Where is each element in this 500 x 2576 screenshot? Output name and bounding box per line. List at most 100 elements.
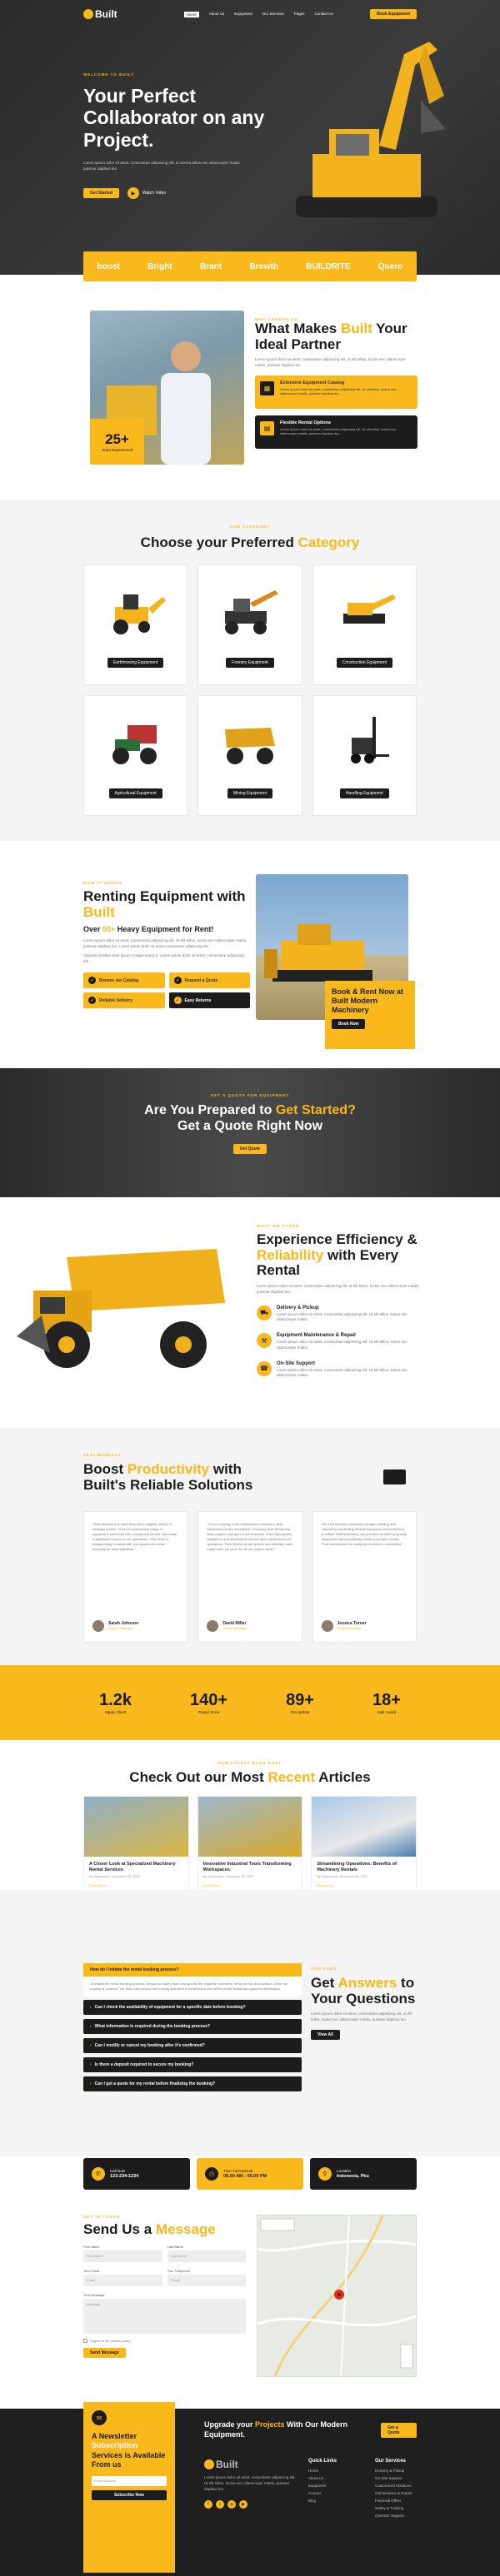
nav-home[interactable]: Home [183,11,199,17]
book-now-title: Book & Rent Now at Built Modern Machiner… [332,987,404,1014]
book-equipment-button[interactable]: Book Equipment [370,9,417,19]
faq-item-open[interactable]: How do I initiate the rental booking pro… [83,1963,302,1997]
chevron-icon: › [90,2043,92,2048]
request-quote-button[interactable]: ✓ Request a Quote [168,972,250,989]
why-title: What Makes Built Your Ideal Partner [255,321,408,352]
footer-links: Quick Links Home About Us Equipment Cont… [308,2459,338,2503]
forestry-machine-image [224,590,278,634]
facebook-icon[interactable]: f [204,2500,212,2509]
hero-tag: Welcome to Built [83,72,135,77]
logo[interactable]: Built [83,8,118,20]
category-card[interactable]: Mining Equipment [198,695,302,816]
experience-label: Years Experienced [101,448,133,452]
footer-link[interactable]: Blog [308,2499,337,2503]
footer-service-link[interactable]: On-Site Support [375,2476,412,2480]
footer-service-link[interactable]: Financial Offers [375,2499,412,2503]
quote-banner: Get a Quote for Equipment Are You Prepar… [0,1068,500,1197]
footer-service-link[interactable]: Safety & Training [375,2506,412,2510]
easy-returns-button[interactable]: ✓ Easy Returns [168,992,250,1009]
faq-item[interactable]: › What information is required during the… [83,2019,302,2034]
faq-question[interactable]: How do I initiate the rental booking pro… [83,1963,302,1977]
faq-item[interactable]: › Can I modify or cancel my booking after… [83,2038,302,2053]
footer-quote-button[interactable]: Get a Quote [381,2422,417,2438]
contact-hours: ◷ Time Operasional 09.00 AM - 05.00 PM [197,2158,303,2190]
category-label: Earthmoving Equipment [107,658,164,668]
footer-service-link[interactable]: Customized Solutions [375,2484,412,2488]
nav-about[interactable]: About Us [209,12,225,17]
send-message-button[interactable]: Send Message [83,2347,126,2358]
rent-tag: How It Works [83,881,122,885]
article-card[interactable]: Innovative Industrial Tools Transforming… [197,1796,303,1894]
chevron-icon: › [90,2081,92,2086]
instagram-icon[interactable]: ◎ [228,2500,236,2509]
eff-body: Lorem ipsum dolor sit amet, consectetur … [257,1284,420,1294]
faq-item[interactable]: › Can I get a quote for my rental before … [83,2076,302,2091]
nav-contact[interactable]: Contact Us [315,12,333,17]
subscribe-button[interactable]: Subscribe Now [92,2490,167,2500]
last-name-input[interactable]: Last Name [167,2250,246,2262]
location-map[interactable] [257,2215,417,2377]
twitter-icon[interactable]: t [216,2500,224,2509]
backhoe-image [112,594,166,634]
get-quote-button[interactable]: Get Quote [232,1144,268,1155]
location-icon: ⚲ [318,2167,332,2181]
category-card[interactable]: Forestry Equipment [198,564,302,685]
category-card[interactable]: Earthmoving Equipment [83,564,188,685]
newsletter-title: A Newsletter Subscription Services is Av… [92,2432,166,2469]
social-links: f t ◎ ▶ [204,2500,296,2509]
efficiency-section: What We Offer Experience Efficiency & Re… [0,1199,500,1407]
first-name-input[interactable]: First Name [83,2250,162,2262]
articles-section: Our Latest Blog Post Check Out our Most … [0,1744,500,1894]
footer-service-link[interactable]: Maintenance & Repair [375,2491,412,2495]
read-more-link[interactable]: Read More → [317,1883,411,1887]
footer-service-link[interactable]: Operator Support [375,2514,412,2518]
get-started-button[interactable]: Get Started [83,188,119,198]
article-card[interactable]: A Closer Look at Specialized Machinery R… [83,1796,189,1894]
view-all-testimonials-button[interactable]: View All [383,1470,407,1484]
youtube-icon[interactable]: ▶ [239,2500,248,2509]
footer-logo[interactable]: Built [204,2459,296,2470]
phone-input[interactable]: Phone [167,2274,246,2286]
form-title: Send Us a Message [83,2221,216,2237]
faq-item[interactable]: › Is there a deposit required to secure m… [83,2057,302,2072]
email-input[interactable]: Email [83,2274,162,2286]
watch-video-link[interactable]: ▶ Watch Video [127,187,166,199]
check-icon: ✓ [173,997,182,1005]
faq-item[interactable]: › Can I check the availability of equipme… [83,2000,302,2015]
footer-link[interactable]: About Us [308,2476,337,2480]
chevron-icon: › [90,2005,92,2010]
category-card[interactable]: Construction Equipment [312,564,417,685]
footer-link[interactable]: Home [308,2469,337,2473]
brand-logo: BUILDRITE [306,261,351,271]
brand-logo: Bright [148,261,172,271]
category-card[interactable]: Agricultural Equipment [83,695,188,816]
category-card[interactable]: Handling Equipment [312,695,417,816]
nav-pages[interactable]: Pages [294,12,305,17]
article-card[interactable]: Streamlining Operations: Benefits of Mac… [311,1796,418,1894]
contact-call[interactable]: ✆ Call Now 123-234-1234 [83,2158,190,2190]
excavator-image [296,42,446,217]
truck-icon: ⛟ [257,1305,272,1320]
check-icon: ✓ [88,977,96,985]
footer-link[interactable]: Contact [308,2491,337,2495]
read-more-link[interactable]: Read More → [89,1883,183,1887]
testimonial-quote: “As a construction company manager, deal… [321,1522,407,1546]
message-textarea[interactable]: Message [83,2298,246,2334]
feature-card: ▤ Flexible Rental Options Lorem ipsum dolo… [255,415,418,449]
reliable-delivery-button[interactable]: ✓ Reliable Delivery [83,992,165,1009]
nav-equipment[interactable]: Equipment [234,12,252,17]
newsletter-email-input[interactable]: Email Address [92,2476,167,2486]
footer-service-link[interactable]: Delivery & Pickup [375,2469,412,2473]
nav-services[interactable]: Our Services [262,12,284,17]
footer: ✉ A Newsletter Subscription Services is … [0,2402,500,2576]
consent-checkbox[interactable] [83,2338,88,2343]
articles-tag: Our Latest Blog Post [218,1761,282,1765]
footer-link[interactable]: Equipment [308,2484,337,2488]
brand-logo: Quero [378,261,403,271]
view-all-faq-button[interactable]: View All [311,2029,340,2040]
browse-catalog-button[interactable]: ✓ Browse our Catalog [83,972,165,989]
quote-title: Are You Prepared to Get Started? Get a Qu… [144,1103,356,1134]
book-now-button[interactable]: Book Now [332,1019,366,1030]
engineer-image: 25+ Years Experienced [90,311,244,465]
read-more-link[interactable]: Read More → [203,1883,298,1887]
